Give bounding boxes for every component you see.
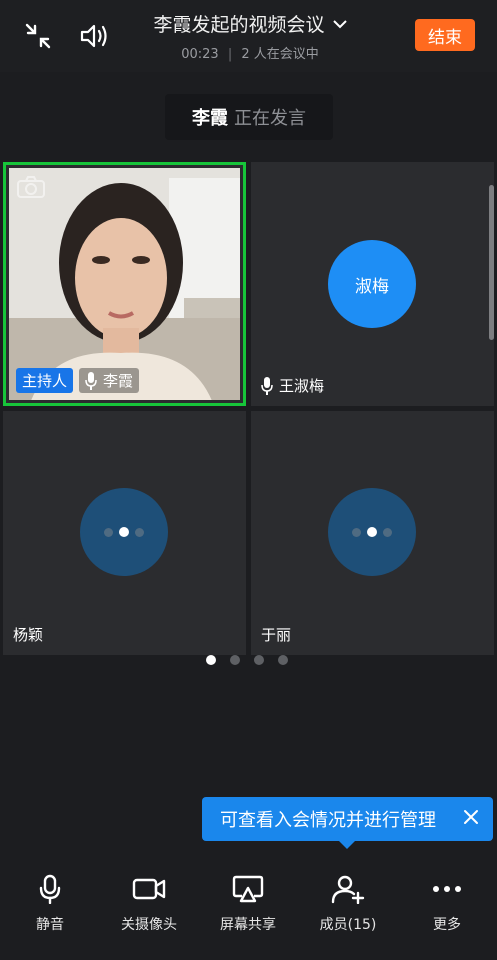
loading-dots: [104, 527, 144, 537]
page-dot[interactable]: [230, 655, 240, 665]
video-tile-participant[interactable]: 淑梅 王淑梅: [251, 162, 494, 406]
members-tooltip: 可查看入会情况并进行管理: [202, 797, 493, 841]
microphone-icon: [261, 376, 273, 395]
meeting-timer: 00:23: [181, 47, 219, 62]
video-tile-participant[interactable]: 于丽: [251, 411, 494, 655]
page-indicator[interactable]: [206, 655, 288, 665]
minimize-icon[interactable]: [20, 20, 56, 52]
participant-label: 王淑梅: [261, 375, 324, 396]
members-label: 成员(15): [319, 917, 377, 933]
page-dot[interactable]: [206, 655, 216, 665]
meeting-title: 李霞发起的视频会议: [153, 14, 325, 36]
more-icon: [433, 886, 461, 892]
speaker-name: 李霞: [192, 108, 228, 129]
mute-button[interactable]: 静音: [5, 874, 95, 934]
participant-name: 于丽: [261, 626, 292, 644]
tooltip-text: 可查看入会情况并进行管理: [220, 810, 436, 831]
page-dot[interactable]: [254, 655, 264, 665]
screen-share-button[interactable]: 屏幕共享: [203, 874, 293, 934]
top-bar: 李霞发起的视频会议 00:23 | 2 人在会议中 结束: [0, 0, 497, 72]
connecting-avatar: [80, 488, 168, 576]
page-dot[interactable]: [278, 655, 288, 665]
speaking-indicator: 李霞 正在发言: [165, 94, 333, 140]
loading-dots: [352, 527, 392, 537]
participant-label: 杨颖: [13, 624, 43, 645]
avatar: 淑梅: [328, 240, 416, 328]
microphone-icon: [85, 371, 97, 390]
members-button[interactable]: 成员(15): [303, 874, 393, 934]
meeting-status: 00:23 | 2 人在会议中: [120, 43, 380, 62]
tooltip-arrow: [338, 840, 356, 849]
chevron-down-icon: [332, 19, 347, 28]
screen-share-icon: [232, 875, 264, 903]
video-tile-participant[interactable]: 杨颖: [3, 411, 246, 655]
participant-name: 王淑梅: [279, 377, 325, 395]
participant-name: 李霞: [103, 372, 134, 390]
mute-label: 静音: [36, 917, 64, 933]
camera-switch-icon[interactable]: [16, 175, 46, 203]
camera-label: 关摄像头: [121, 917, 177, 933]
speaker-icon[interactable]: [76, 20, 112, 52]
add-member-icon: [331, 875, 365, 904]
host-label: 主持人 李霞: [16, 368, 140, 393]
more-label: 更多: [433, 917, 461, 933]
close-icon[interactable]: [461, 807, 481, 832]
more-button[interactable]: 更多: [402, 874, 492, 934]
end-meeting-button[interactable]: 结束: [415, 19, 475, 51]
speaker-status: 正在发言: [234, 108, 306, 129]
separator: |: [227, 47, 233, 62]
meeting-title-area[interactable]: 李霞发起的视频会议 00:23 | 2 人在会议中: [120, 10, 380, 62]
camera-toggle-button[interactable]: 关摄像头: [104, 874, 194, 934]
microphone-icon: [39, 874, 61, 904]
name-pill: 李霞: [79, 368, 140, 393]
participants-status: 2 人在会议中: [241, 47, 319, 62]
participant-name: 杨颖: [13, 626, 44, 644]
bottom-toolbar: 静音 关摄像头 屏幕共享 成员(15) 更多: [0, 856, 497, 960]
video-tile-host[interactable]: 主持人 李霞: [3, 162, 246, 406]
video-camera-icon: [132, 878, 166, 900]
share-label: 屏幕共享: [220, 917, 276, 933]
scrollbar[interactable]: [489, 185, 494, 340]
participant-label: 于丽: [261, 624, 291, 645]
connecting-avatar: [328, 488, 416, 576]
host-badge: 主持人: [16, 368, 74, 393]
